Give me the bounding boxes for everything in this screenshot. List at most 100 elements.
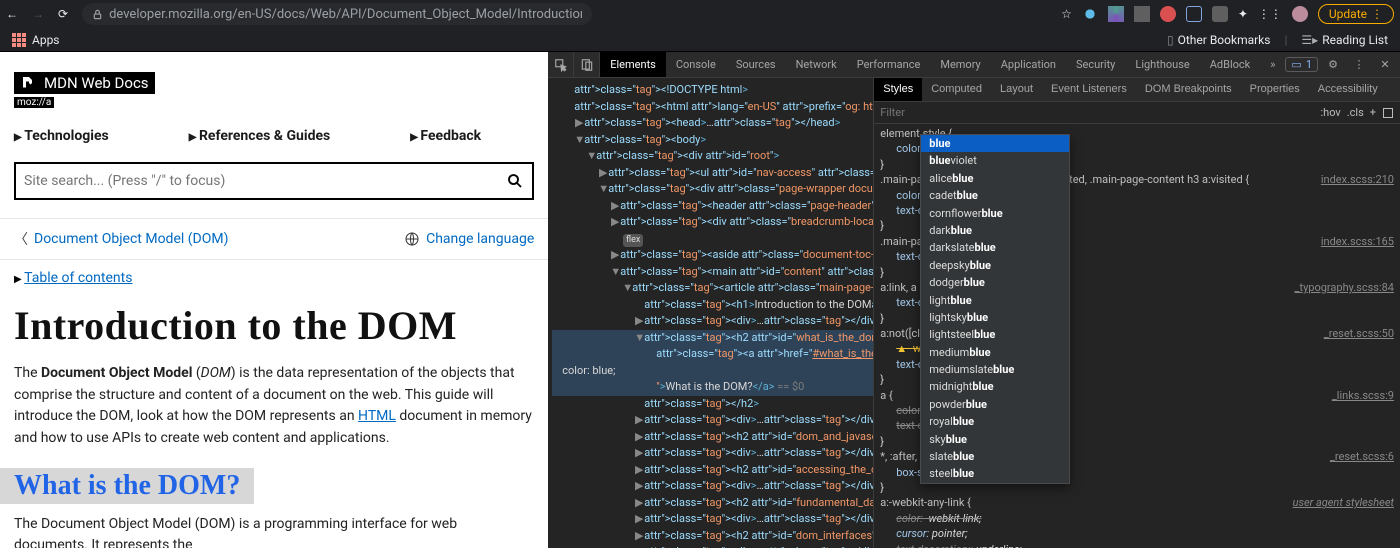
dom-line[interactable]: ▶attr">class="tag"><div>…attr">class="ta… — [552, 313, 873, 330]
other-bookmarks[interactable]: ▯Other Bookmarks — [1167, 33, 1270, 47]
hov-toggle[interactable]: :hov — [1320, 106, 1340, 119]
styles-tab-event-listeners[interactable]: Event Listeners — [1042, 78, 1136, 101]
devtools-tab-security[interactable]: Security — [1066, 52, 1125, 77]
dom-line[interactable]: ▼attr">class="tag"><div attr">id="root"> — [552, 148, 873, 165]
devtools-tab-adblock[interactable]: AdBlock — [1200, 52, 1261, 77]
autocomplete-option[interactable]: lightblue — [921, 292, 1069, 309]
site-search[interactable] — [14, 162, 534, 200]
dom-line[interactable]: ▼attr">class="tag"><h2 attr">id="what_is… — [552, 330, 873, 347]
ext-icon-2[interactable] — [1108, 6, 1124, 22]
autocomplete-option[interactable]: blue — [921, 135, 1069, 152]
styles-tab-properties[interactable]: Properties — [1241, 78, 1309, 101]
dom-line[interactable]: ▶attr">class="tag"><div attr">class="bre… — [552, 214, 873, 231]
autocomplete-option[interactable]: lightsteelblue — [921, 326, 1069, 343]
autocomplete-option[interactable]: cornflowerblue — [921, 205, 1069, 222]
styles-tab-dom-breakpoints[interactable]: DOM Breakpoints — [1136, 78, 1241, 101]
devtools-tab-lighthouse[interactable]: Lighthouse — [1125, 52, 1199, 77]
styles-tab-styles[interactable]: Styles — [874, 78, 922, 101]
issues-badge[interactable]: ▭1 — [1285, 57, 1318, 72]
ext-icon-5[interactable] — [1186, 6, 1202, 22]
change-language[interactable]: Change language — [404, 231, 534, 247]
autocomplete-option[interactable]: mediumslateblue — [921, 361, 1069, 378]
dom-line[interactable]: ▶attr">class="tag"><h2 attr">id="dom_int… — [552, 528, 873, 545]
dom-line[interactable]: ▶attr">class="tag"><div>…attr">class="ta… — [552, 478, 873, 495]
dom-line[interactable]: ▶attr">class="tag"><header attr">class="… — [552, 198, 873, 215]
close-icon[interactable]: ✕ — [1374, 58, 1396, 71]
omnibox[interactable]: developer.mozilla.org/en-US/docs/Web/API… — [82, 3, 592, 25]
dom-line[interactable]: attr">class="tag"><html attr">lang="en-U… — [552, 99, 873, 116]
autocomplete-option[interactable]: mediumblue — [921, 344, 1069, 361]
inspect-element-icon[interactable] — [548, 52, 574, 77]
devtools-tab-elements[interactable]: Elements — [600, 52, 666, 77]
autocomplete-option[interactable]: midnightblue — [921, 378, 1069, 395]
dom-line[interactable]: ▶attr">class="tag"><head>…attr">class="t… — [552, 115, 873, 132]
dom-tree[interactable]: attr">class="tag"><!DOCTYPE html>attr">c… — [548, 78, 874, 548]
menu-list-icon[interactable]: ⋮⋮ — [1258, 7, 1282, 21]
dom-line[interactable]: ▶attr">class="tag"><ul attr">id="nav-acc… — [552, 165, 873, 182]
autocomplete-option[interactable]: darkslateblue — [921, 239, 1069, 256]
autocomplete-option[interactable]: lightskyblue — [921, 309, 1069, 326]
ext-icon-3[interactable] — [1134, 6, 1150, 22]
nav-technologies[interactable]: Technologies — [14, 128, 109, 144]
dom-line[interactable]: ▶attr">class="tag"><h2 attr">id="accessi… — [552, 462, 873, 479]
ext-icon-1[interactable] — [1082, 6, 1098, 22]
styles-tab-computed[interactable]: Computed — [922, 78, 991, 101]
autocomplete-option[interactable]: powderblue — [921, 396, 1069, 413]
devtools-tab-console[interactable]: Console — [666, 52, 726, 77]
dom-line[interactable]: ▼attr">class="tag"><div attr">class="pag… — [552, 181, 873, 198]
breadcrumb-back[interactable]: 〈 Document Object Model (DOM) — [14, 229, 228, 249]
add-rule-icon[interactable]: + — [1370, 106, 1376, 119]
css-rule[interactable]: user agent stylesheeta:-webkit-any-link … — [880, 495, 1394, 548]
cls-toggle[interactable]: .cls — [1347, 106, 1364, 119]
reload-button[interactable]: ⟳ — [58, 7, 68, 21]
autocomplete-option[interactable]: steelblue — [921, 465, 1069, 482]
devtools-tab-memory[interactable]: Memory — [930, 52, 990, 77]
dom-line[interactable]: ▶attr">class="tag"><aside attr">class="d… — [552, 247, 873, 264]
ext-icon-4[interactable] — [1160, 6, 1176, 22]
dom-line[interactable]: ▶attr">class="tag"><div>…attr">class="ta… — [552, 544, 873, 548]
dom-line[interactable]: ▶attr">class="tag"><h2 attr">id="dom_and… — [552, 429, 873, 446]
dom-line[interactable]: color: blue; — [552, 363, 873, 380]
autocomplete-option[interactable]: skyblue — [921, 431, 1069, 448]
css-rules[interactable]: bluebluevioletalicebluecadetbluecornflow… — [874, 124, 1400, 548]
tabs-overflow[interactable]: » — [1260, 52, 1285, 77]
back-button[interactable]: ← — [6, 7, 18, 21]
bookmark-star-icon[interactable]: ☆ — [1061, 7, 1072, 21]
search-input[interactable] — [24, 173, 506, 189]
reading-list[interactable]: ☰▸Reading List — [1301, 33, 1388, 47]
toc-toggle[interactable]: Table of contents — [0, 260, 548, 296]
dom-line[interactable]: ▼attr">class="tag"><article attr">class=… — [552, 280, 873, 297]
styles-filter-input[interactable] — [880, 106, 1320, 119]
apps-shortcut[interactable]: Apps — [12, 33, 60, 47]
device-toggle-icon[interactable] — [574, 52, 600, 77]
dom-line[interactable]: attr">class="tag"><!DOCTYPE html> — [552, 82, 873, 99]
dom-line[interactable]: flex — [552, 231, 873, 248]
autocomplete-option[interactable]: aliceblue — [921, 170, 1069, 187]
dom-line[interactable]: ">What is the DOM?</a> == $0 — [552, 379, 873, 396]
dom-line[interactable]: ▶attr">class="tag"><div>…attr">class="ta… — [552, 445, 873, 462]
extensions-icon[interactable]: ✦ — [1238, 7, 1248, 21]
html-link[interactable]: HTML — [358, 408, 396, 424]
ext-icon-6[interactable] — [1212, 6, 1228, 22]
autocomplete-option[interactable]: blueviolet — [921, 152, 1069, 169]
settings-icon[interactable]: ⚙ — [1322, 58, 1344, 71]
mdn-logo[interactable]: MDN Web Docs moz://a — [14, 72, 155, 108]
nav-references[interactable]: References & Guides — [189, 128, 330, 144]
profile-avatar[interactable] — [1292, 6, 1308, 22]
autocomplete-option[interactable]: darkblue — [921, 222, 1069, 239]
dom-line[interactable]: ▶attr">class="tag"><h2 attr">id="fundame… — [552, 495, 873, 512]
styles-tab-layout[interactable]: Layout — [991, 78, 1042, 101]
toggle-layout-icon[interactable] — [1382, 107, 1394, 119]
devtools-tab-performance[interactable]: Performance — [847, 52, 931, 77]
color-autocomplete[interactable]: bluebluevioletalicebluecadetbluecornflow… — [920, 134, 1070, 484]
devtools-tab-network[interactable]: Network — [786, 52, 847, 77]
dom-line[interactable]: attr">class="tag"></h2> — [552, 396, 873, 413]
devtools-tab-application[interactable]: Application — [991, 52, 1066, 77]
dom-line[interactable]: attr">class="tag"><h1>Introduction to th… — [552, 297, 873, 314]
dom-line[interactable]: ▼attr">class="tag"><body> — [552, 132, 873, 149]
forward-button[interactable]: → — [32, 7, 44, 21]
section-what-is-dom[interactable]: What is the DOM? — [0, 468, 254, 504]
nav-feedback[interactable]: Feedback — [410, 128, 481, 144]
dom-line[interactable]: ▼attr">class="tag"><main attr">id="conte… — [552, 264, 873, 281]
autocomplete-option[interactable]: dodgerblue — [921, 274, 1069, 291]
